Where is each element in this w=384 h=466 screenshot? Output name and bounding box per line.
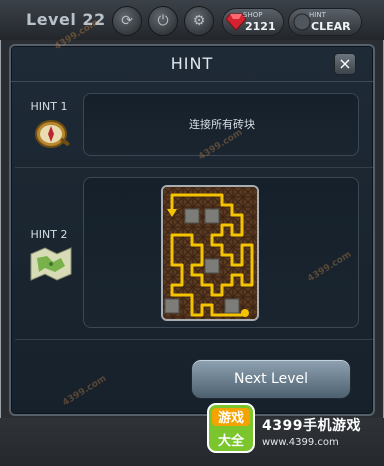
close-button[interactable]: ×	[334, 53, 356, 75]
divider-2	[15, 339, 373, 340]
settings-button[interactable]: ⚙	[184, 6, 214, 36]
shop-button[interactable]: SHOP 2121	[222, 8, 284, 36]
brand-url: www.4399.com	[262, 437, 339, 448]
svg-text:大全: 大全	[218, 433, 245, 449]
maze-hint-board	[161, 185, 259, 321]
refresh-icon: ⟳	[121, 13, 133, 29]
top-hud: Level 22 ⟳ ⏻ ⚙ SHOP 2121 HINT CLEAR	[0, 0, 384, 40]
hint1-label: HINT 1	[30, 100, 68, 113]
stone-block	[184, 208, 200, 224]
stone-block	[164, 298, 180, 314]
divider-1	[15, 167, 373, 168]
maze-grid	[163, 187, 257, 319]
shop-label: SHOP	[243, 11, 263, 19]
brand-logo: 游戏 大全	[207, 403, 255, 453]
modal-title: HINT	[170, 54, 214, 73]
hint-clear-button[interactable]: HINT CLEAR	[288, 8, 362, 36]
brand-name: 4399手机游戏	[262, 418, 361, 434]
svg-text:游戏: 游戏	[218, 410, 244, 426]
power-button[interactable]: ⏻	[148, 6, 178, 36]
stone-block	[204, 258, 220, 274]
stone-block	[224, 298, 240, 314]
hint-clear-value: CLEAR	[311, 20, 351, 33]
stone-block	[204, 208, 220, 224]
power-icon: ⏻	[157, 13, 169, 29]
modal-header: HINT ×	[11, 46, 373, 82]
refresh-button[interactable]: ⟳	[112, 6, 142, 36]
hint-modal: HINT × HINT 1 连接所有砖块 HINT 2 Next Level	[9, 44, 375, 416]
settings-icon: ⚙	[192, 13, 206, 29]
hint2-label: HINT 2	[30, 228, 68, 241]
path-end-dot	[241, 309, 249, 317]
shop-value: 2121	[245, 20, 276, 33]
hint2-panel	[83, 177, 359, 328]
hint1-text: 连接所有砖块	[189, 118, 255, 131]
map-icon	[30, 247, 72, 281]
hint-label-top: HINT	[309, 11, 326, 19]
compass-icon	[35, 120, 70, 148]
next-level-button[interactable]: Next Level	[191, 359, 351, 399]
